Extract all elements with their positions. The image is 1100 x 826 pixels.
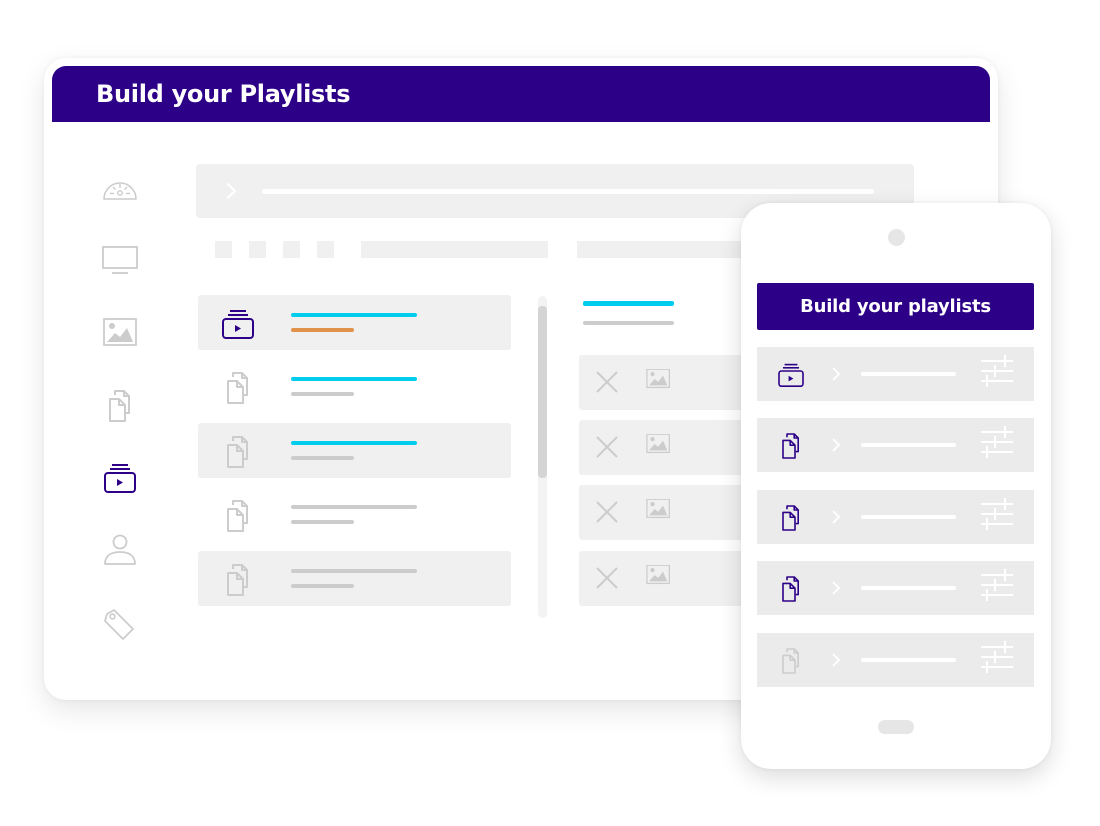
item-title-line [291, 313, 417, 317]
phone-list-item[interactable] [757, 418, 1034, 472]
close-icon[interactable] [595, 435, 619, 459]
monitor-icon [100, 240, 140, 280]
media-card[interactable] [579, 551, 759, 606]
item-subtitle-line [291, 328, 354, 332]
toolbar-field[interactable] [361, 241, 548, 258]
documents-icon [218, 560, 258, 600]
toolbar-field[interactable] [577, 241, 757, 258]
item-title-line [861, 515, 956, 519]
media-card[interactable] [579, 420, 759, 475]
sidebar-item-documents[interactable] [100, 386, 140, 426]
documents-icon [775, 502, 807, 534]
item-title-line [291, 441, 417, 445]
phone-list-item[interactable] [757, 490, 1034, 544]
documents-icon [218, 368, 258, 408]
list-item[interactable] [198, 295, 511, 350]
dashboard-gauge-icon [100, 168, 140, 208]
image-icon [642, 434, 678, 462]
sidebar-item-screens[interactable] [100, 240, 140, 280]
item-title-line [291, 377, 417, 381]
item-title-line [861, 658, 956, 662]
toolbar-button[interactable] [249, 241, 266, 258]
image-icon [642, 499, 678, 527]
phone-list-item[interactable] [757, 633, 1034, 687]
page-title: Build your Playlists [96, 80, 351, 108]
tag-icon [100, 604, 140, 644]
sidebar-item-media[interactable] [100, 312, 140, 352]
list-item[interactable] [198, 359, 511, 414]
phone-mockup: Build your playlists [741, 203, 1051, 769]
documents-icon [218, 496, 258, 536]
panel-title-line [583, 301, 674, 306]
chevron-right-icon [831, 580, 841, 596]
playlist-icon [775, 359, 807, 391]
toolbar-button[interactable] [283, 241, 300, 258]
phone-list-item[interactable] [757, 561, 1034, 615]
documents-icon [218, 432, 258, 472]
documents-icon [775, 430, 807, 462]
item-title-line [861, 586, 956, 590]
panel-subtitle-line [583, 321, 674, 325]
sidebar-item-tags[interactable] [100, 604, 140, 644]
playlist-icon [100, 458, 140, 498]
sidebar-item-dashboard[interactable] [100, 168, 140, 208]
phone-home-button[interactable] [878, 720, 914, 734]
phone-title: Build your playlists [800, 296, 991, 317]
documents-icon [100, 386, 140, 426]
item-title-line [291, 505, 417, 509]
chevron-right-icon [831, 437, 841, 453]
phone-header: Build your playlists [757, 283, 1034, 330]
chevron-right-icon [831, 509, 841, 525]
phone-camera [888, 229, 905, 246]
item-title-line [861, 443, 956, 447]
image-icon [642, 565, 678, 593]
item-subtitle-line [291, 392, 354, 396]
close-icon[interactable] [595, 370, 619, 394]
playlist-icon [218, 304, 258, 344]
item-subtitle-line [291, 456, 354, 460]
documents-icon [775, 645, 807, 677]
settings-sliders-icon[interactable] [977, 422, 1015, 460]
settings-sliders-icon[interactable] [977, 565, 1015, 603]
chevron-right-icon [224, 181, 238, 201]
item-subtitle-line [291, 520, 354, 524]
list-scrollbar[interactable] [538, 296, 547, 618]
chevron-right-icon [831, 652, 841, 668]
close-icon[interactable] [595, 566, 619, 590]
item-subtitle-line [291, 584, 354, 588]
list-item[interactable] [198, 423, 511, 478]
image-icon [642, 369, 678, 397]
chevron-right-icon [831, 366, 841, 382]
documents-icon [775, 573, 807, 605]
item-title-line [291, 569, 417, 573]
sidebar-item-users[interactable] [100, 530, 140, 570]
sidebar-item-playlists[interactable] [100, 458, 140, 498]
close-icon[interactable] [595, 500, 619, 524]
settings-sliders-icon[interactable] [977, 351, 1015, 389]
desktop-header: Build your Playlists [52, 66, 990, 122]
toolbar-button[interactable] [215, 241, 232, 258]
list-item[interactable] [198, 487, 511, 542]
search-input-placeholder [262, 189, 874, 194]
item-title-line [861, 372, 956, 376]
scrollbar-thumb[interactable] [538, 306, 547, 478]
list-item[interactable] [198, 551, 511, 606]
image-icon [100, 312, 140, 352]
phone-list-item[interactable] [757, 347, 1034, 401]
settings-sliders-icon[interactable] [977, 637, 1015, 675]
toolbar-button[interactable] [317, 241, 334, 258]
media-card[interactable] [579, 485, 759, 540]
media-card[interactable] [579, 355, 759, 410]
user-icon [100, 530, 140, 570]
settings-sliders-icon[interactable] [977, 494, 1015, 532]
